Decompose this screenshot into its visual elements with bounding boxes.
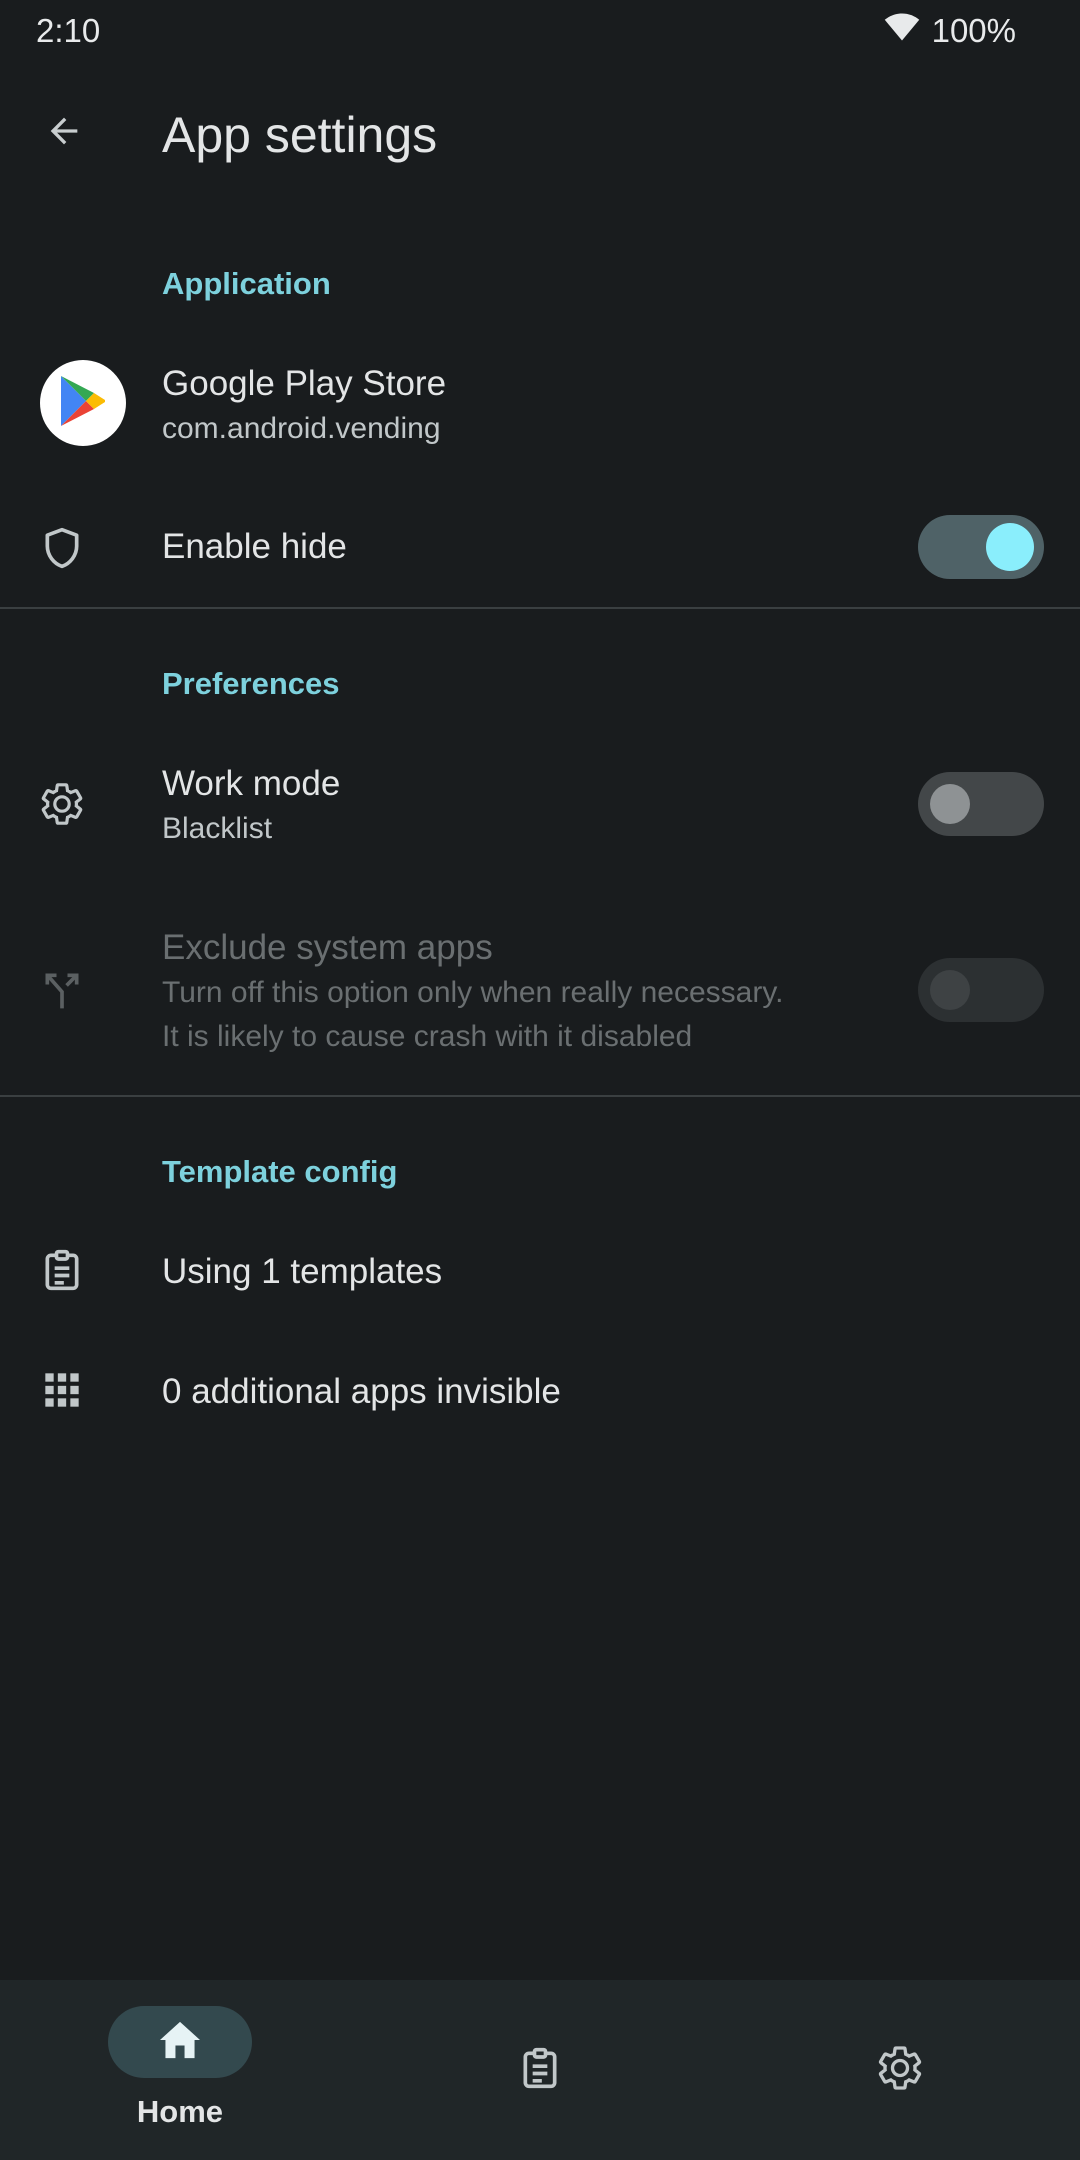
section-header-preferences: Preferences — [162, 666, 340, 701]
google-play-icon — [58, 374, 108, 433]
section-header-application: Application — [162, 266, 331, 301]
app-package: com.android.vending — [162, 412, 441, 445]
home-icon — [158, 2020, 202, 2065]
section-header-template-config: Template config — [162, 1154, 398, 1189]
templates-label: Using 1 templates — [162, 1252, 443, 1291]
nav-settings-button[interactable] — [860, 2030, 940, 2110]
app-icon — [40, 360, 126, 446]
app-name: Google Play Store — [162, 364, 447, 403]
exclude-system-apps-desc-2: It is likely to cause crash with it disa… — [162, 1020, 693, 1053]
work-mode-value: Blacklist — [162, 812, 273, 845]
clipboard-icon — [38, 1246, 86, 1294]
battery-text: 100% — [931, 12, 1016, 49]
enable-hide-label: Enable hide — [162, 527, 347, 566]
enable-hide-switch[interactable] — [918, 515, 1044, 579]
fork-icon — [38, 966, 86, 1014]
exclude-system-apps-label: Exclude system apps — [162, 928, 493, 967]
status-right: 100% — [884, 12, 1016, 50]
back-button[interactable] — [36, 105, 92, 161]
divider — [0, 1095, 1080, 1097]
status-time: 2:10 — [36, 12, 101, 49]
gear-icon — [875, 2043, 925, 2098]
divider — [0, 607, 1080, 609]
page-title: App settings — [162, 107, 438, 163]
wifi-icon — [884, 12, 920, 50]
exclude-system-apps-switch[interactable] — [918, 958, 1044, 1022]
work-mode-label: Work mode — [162, 764, 341, 803]
nav-home-label[interactable]: Home — [108, 2094, 252, 2130]
switch-thumb — [986, 523, 1034, 571]
switch-thumb — [930, 784, 970, 824]
nav-logs-button[interactable] — [500, 2030, 580, 2110]
exclude-system-apps-desc-1: Turn off this option only when really ne… — [162, 976, 784, 1009]
nav-home-button[interactable] — [108, 2006, 252, 2078]
back-arrow-icon — [44, 111, 84, 156]
switch-thumb — [930, 970, 970, 1010]
clipboard-icon — [518, 2044, 562, 2097]
gear-icon — [38, 780, 86, 828]
shield-icon — [38, 524, 86, 572]
work-mode-switch[interactable] — [918, 772, 1044, 836]
grid-icon — [38, 1366, 86, 1414]
invisible-apps-label: 0 additional apps invisible — [162, 1372, 561, 1411]
